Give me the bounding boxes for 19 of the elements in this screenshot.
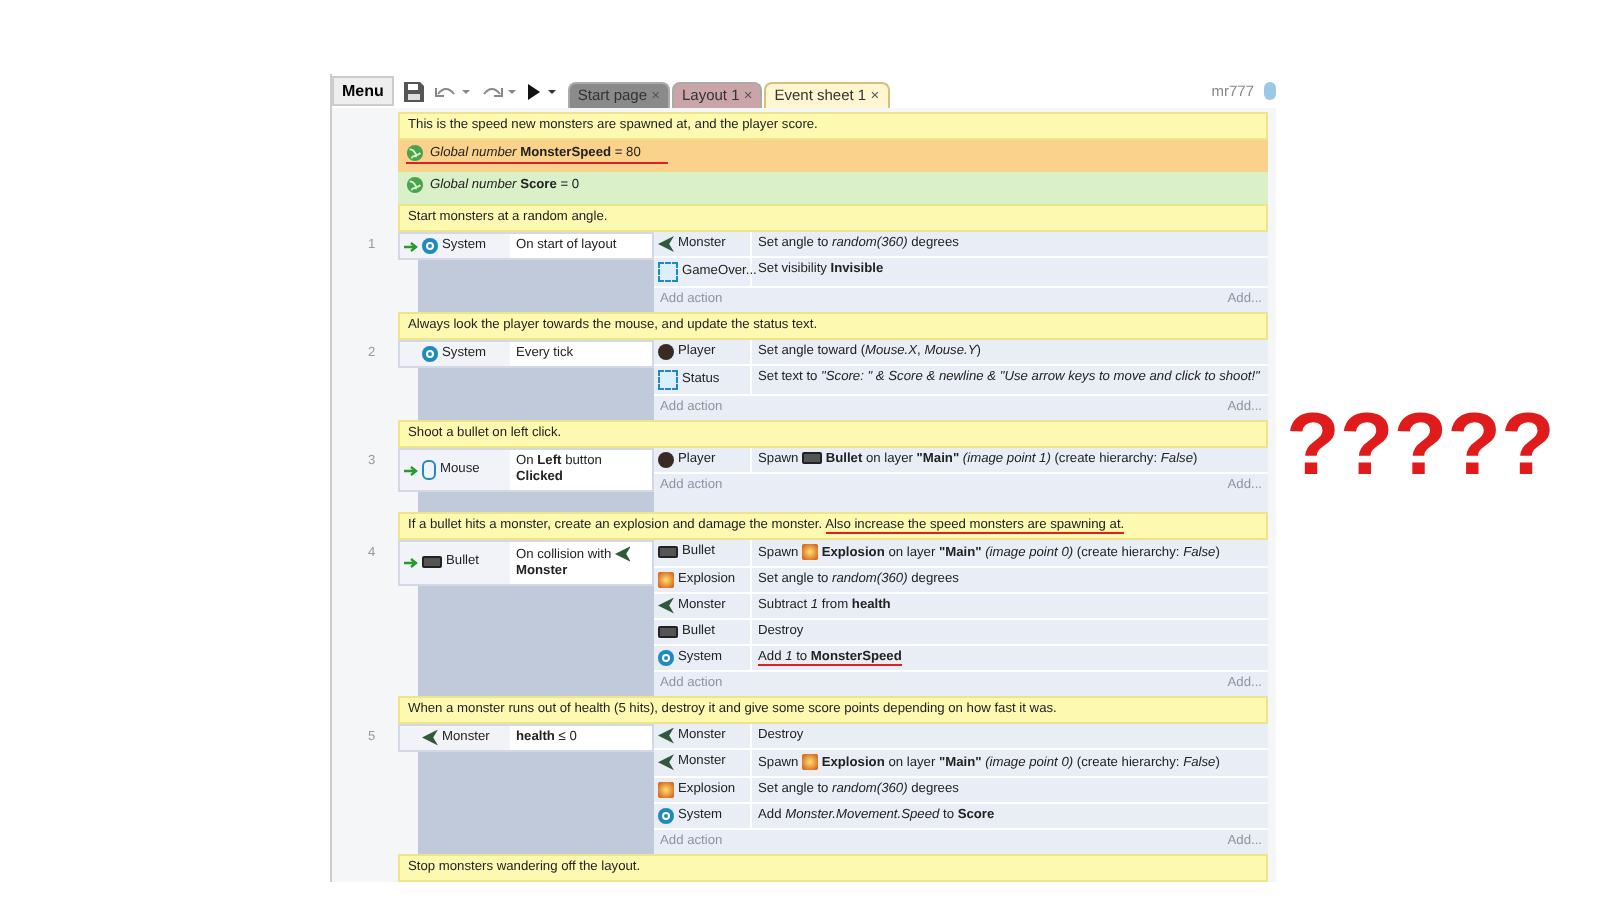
- play-icon[interactable]: [525, 83, 558, 99]
- globe-icon: [406, 144, 424, 162]
- save-icon[interactable]: [403, 81, 424, 101]
- object-icon: [422, 460, 436, 480]
- object-icon: [658, 452, 674, 468]
- question-marks-annotation: ?????: [1286, 396, 1555, 496]
- object-icon: [422, 729, 438, 746]
- globe-icon: [406, 176, 424, 194]
- object-icon: [422, 556, 442, 569]
- object-icon: [422, 238, 438, 254]
- object-icon: [802, 544, 818, 560]
- avatar-icon[interactable]: [1264, 82, 1276, 100]
- object-icon: [614, 546, 631, 562]
- undo-icon[interactable]: [433, 83, 470, 99]
- redo-icon[interactable]: [479, 83, 516, 99]
- object-icon: [802, 452, 822, 465]
- object-icon: [802, 753, 818, 770]
- menu-button[interactable]: Menu: [332, 76, 394, 106]
- object-icon: [422, 346, 438, 362]
